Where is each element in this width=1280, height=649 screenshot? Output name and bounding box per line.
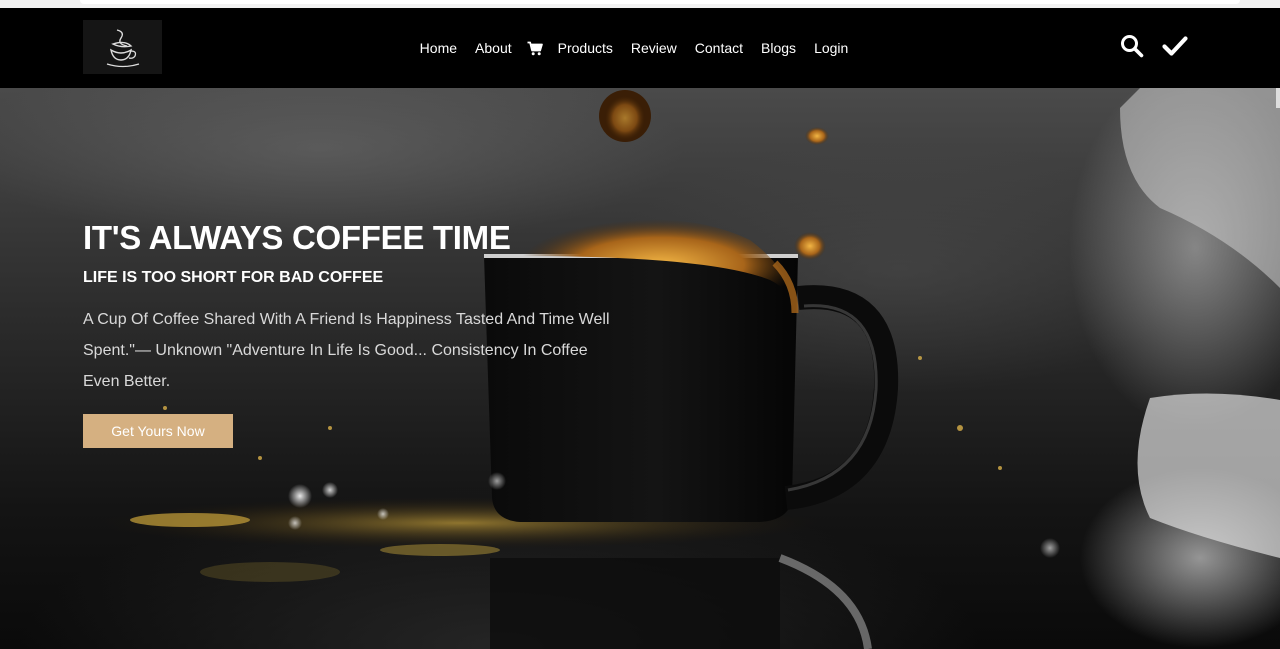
hero-text-block: IT'S ALWAYS COFFEE TIME LIFE IS TOO SHOR… xyxy=(83,218,623,448)
navbar: Home About Products Review Contact Blogs… xyxy=(0,8,1280,88)
nav-item-review[interactable]: Review xyxy=(631,40,677,56)
hero-description: A Cup Of Coffee Shared With A Friend Is … xyxy=(83,311,610,390)
nav-actions xyxy=(1120,34,1188,63)
nav-item-about[interactable]: About xyxy=(475,40,512,56)
shopping-cart-icon[interactable] xyxy=(527,41,543,56)
hero-title: IT'S ALWAYS COFFEE TIME xyxy=(83,219,511,256)
nav-item-blogs[interactable]: Blogs xyxy=(761,40,796,56)
get-yours-now-button[interactable]: Get Yours Now xyxy=(83,414,233,448)
hero-subtitle: LIFE IS TOO SHORT FOR BAD COFFEE xyxy=(83,269,384,286)
main-nav: Home About Products Review Contact Blogs… xyxy=(0,8,1280,88)
nav-item-products[interactable]: Products xyxy=(558,40,613,56)
nav-item-login[interactable]: Login xyxy=(814,40,848,56)
hero-section: IT'S ALWAYS COFFEE TIME LIFE IS TOO SHOR… xyxy=(0,88,1280,649)
check-icon[interactable] xyxy=(1162,34,1188,63)
nav-item-home[interactable]: Home xyxy=(420,40,457,56)
nav-item-contact[interactable]: Contact xyxy=(695,40,743,56)
browser-top-strip-inner xyxy=(80,0,1240,4)
search-icon[interactable] xyxy=(1120,34,1144,63)
scrollbar[interactable] xyxy=(1276,88,1280,108)
browser-top-strip xyxy=(0,0,1280,8)
